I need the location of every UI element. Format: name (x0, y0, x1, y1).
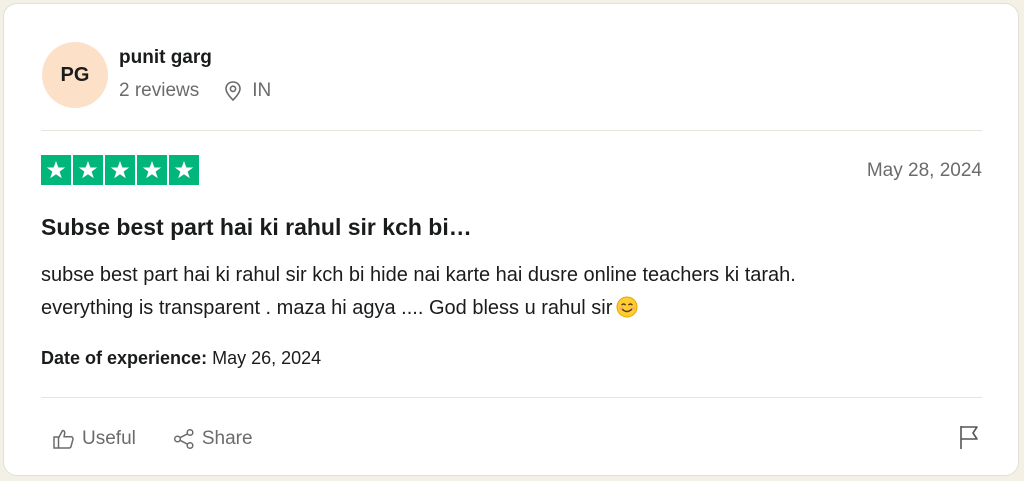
report-flag-button[interactable] (956, 425, 982, 453)
review-body: subse best part hai ki rahul sir kch bi … (41, 259, 991, 325)
smiling-face-emoji-icon (616, 296, 638, 318)
share-button[interactable]: Share (172, 428, 253, 450)
flag-icon (958, 424, 980, 455)
useful-label: Useful (82, 428, 136, 449)
star-icon (137, 155, 167, 185)
review-date: May 28, 2024 (866, 160, 982, 181)
footer-divider (41, 397, 982, 398)
review-card: PG punit garg 2 reviews IN May 28, 2024 … (3, 3, 1019, 476)
date-of-experience: Date of experience: May 26, 2024 (41, 348, 321, 369)
thumbs-up-icon (52, 428, 76, 450)
experience-label: Date of experience: (41, 348, 208, 368)
share-label: Share (201, 428, 253, 449)
reviews-count: 2 reviews (119, 80, 200, 101)
experience-date: May 26, 2024 (212, 348, 322, 368)
review-actions: Useful Share (52, 428, 253, 450)
review-body-line: subse best part hai ki rahul sir kch bi … (41, 264, 796, 286)
useful-button[interactable]: Useful (52, 428, 136, 450)
location-pin-icon (223, 80, 243, 102)
review-title[interactable]: Subse best part hai ki rahul sir kch bi… (41, 214, 472, 241)
header-divider (41, 130, 982, 131)
reviewer-location: IN (252, 80, 272, 101)
star-icon (41, 155, 71, 185)
reviewer-meta: 2 reviews IN (119, 80, 271, 102)
star-icon (105, 155, 135, 185)
reviewer-name[interactable]: punit garg (119, 47, 212, 69)
review-body-line: everything is transparent . maza hi agya… (41, 297, 613, 319)
star-icon (169, 155, 199, 185)
star-icon (73, 155, 103, 185)
review-body-line-with-emoji: everything is transparent . maza hi agya… (41, 292, 991, 325)
star-rating (41, 155, 199, 185)
share-icon (172, 428, 196, 450)
avatar-initials: PG (60, 63, 90, 86)
avatar[interactable]: PG (42, 42, 108, 108)
